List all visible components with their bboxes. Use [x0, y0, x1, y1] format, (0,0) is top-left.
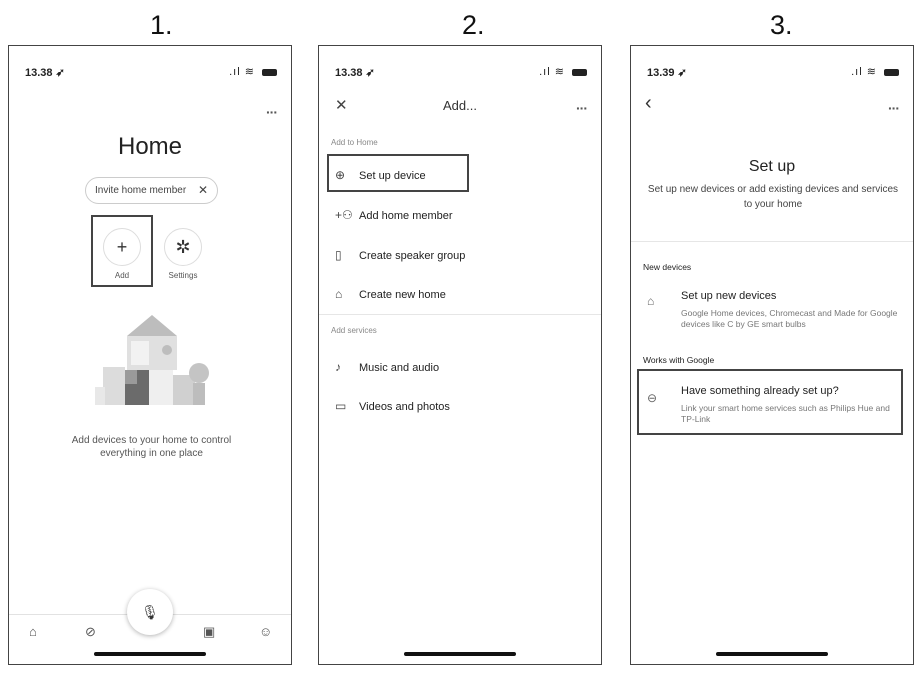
status-icons: .ıl ≋: [539, 65, 587, 78]
add-label: Add: [114, 271, 130, 280]
more-options-icon[interactable]: ···: [266, 104, 278, 120]
step-number-1: 1.: [150, 10, 173, 40]
account-nav-icon[interactable]: ☺: [259, 624, 272, 639]
signal-icon: .ıl: [539, 66, 551, 78]
status-time: 13.38 ➶: [25, 67, 65, 79]
menu-item-label: Create speaker group: [359, 250, 466, 262]
media-nav-icon[interactable]: ▣: [203, 624, 215, 640]
page-subtitle: Set up new devices or add existing devic…: [647, 184, 899, 210]
wifi-icon: ≋: [866, 66, 877, 78]
have-something-set-up-item[interactable]: [637, 369, 903, 435]
section-divider: [631, 241, 913, 242]
set-up-new-devices-title[interactable]: Set up new devices: [681, 290, 776, 302]
menu-item-label: Create new home: [359, 289, 446, 301]
more-options-icon[interactable]: ···: [576, 100, 588, 116]
step-number-3: 3.: [770, 10, 793, 40]
menu-item-create-speaker-group[interactable]: ▯ Create speaker group: [335, 248, 465, 262]
back-icon[interactable]: ‹: [645, 92, 652, 115]
section-works-with-google: Works with Google: [643, 355, 715, 365]
page-title: Home: [117, 133, 183, 160]
add-person-icon: +⚇: [335, 208, 353, 222]
home-illustration: [95, 315, 209, 405]
menu-item-set-up-device[interactable]: ⊕ Set up device: [335, 168, 426, 182]
gear-icon[interactable]: ✲: [164, 228, 202, 266]
section-new-devices: New devices: [643, 262, 692, 272]
plus-icon[interactable]: +: [103, 228, 141, 266]
phone-screen-home: 13.38 ➶ .ıl ≋ ··· Home Invite home membe…: [8, 45, 292, 665]
signal-icon: .ıl: [851, 66, 863, 78]
house-icon: ⌂: [335, 287, 343, 301]
battery-icon: [572, 68, 587, 76]
more-options-icon[interactable]: ···: [888, 100, 900, 116]
menu-item-create-new-home[interactable]: ⌂ Create new home: [335, 287, 446, 301]
link-icon: ⊖: [647, 391, 658, 405]
status-time: 13.38 ➶: [335, 67, 375, 79]
have-something-set-up-title[interactable]: Have something already set up?: [681, 385, 839, 397]
music-note-icon: ♪: [335, 360, 341, 374]
status-time: 13.39 ➶: [647, 67, 687, 79]
section-add-services: Add services: [331, 326, 377, 335]
close-icon[interactable]: ✕: [189, 178, 208, 203]
page-title: Set up: [748, 158, 796, 175]
menu-item-label: Add home member: [359, 210, 453, 222]
invite-home-member-chip[interactable]: Invite home member ✕: [85, 177, 218, 204]
step-number-2: 2.: [462, 10, 485, 40]
home-nav-icon[interactable]: ⌂: [29, 624, 37, 639]
speaker-icon: ▯: [335, 248, 342, 262]
mic-icon[interactable]: 🎙: [127, 589, 173, 635]
house-icon: ⌂: [647, 294, 655, 308]
explore-nav-icon[interactable]: ⊘: [85, 624, 96, 640]
menu-item-label: Music and audio: [359, 362, 440, 374]
home-indicator: [716, 652, 828, 656]
phone-screen-setup: 13.39 ➶ .ıl ≋ ‹ ··· Set up Set up new de…: [630, 45, 914, 665]
section-divider: [319, 314, 601, 315]
battery-icon: [884, 68, 899, 76]
settings-label: Settings: [168, 271, 198, 280]
wifi-icon: ≋: [554, 66, 565, 78]
add-circle-icon: ⊕: [335, 168, 346, 182]
home-indicator: [404, 652, 516, 656]
wifi-icon: ≋: [244, 66, 255, 78]
monitor-icon: ▭: [335, 399, 347, 413]
menu-item-music-audio[interactable]: ♪ Music and audio: [335, 360, 439, 374]
phone-screen-add: 13.38 ➶ .ıl ≋ ✕ Add... ··· Add to Home ⊕…: [318, 45, 602, 665]
have-something-set-up-desc: Link your smart home services such as Ph…: [681, 403, 890, 424]
home-indicator: [94, 652, 206, 656]
chip-label: Invite home member: [95, 185, 187, 196]
page-title: Add...: [443, 98, 477, 113]
empty-state-message: Add devices to your home to control ever…: [71, 435, 232, 459]
section-add-to-home: Add to Home: [331, 138, 378, 147]
status-icons: .ıl ≋: [229, 65, 277, 78]
menu-item-add-home-member[interactable]: +⚇ Add home member: [335, 208, 453, 222]
menu-item-label: Videos and photos: [359, 401, 450, 413]
status-icons: .ıl ≋: [851, 65, 899, 78]
signal-icon: .ıl: [229, 66, 241, 78]
set-up-new-devices-desc: Google Home devices, Chromecast and Made…: [681, 308, 898, 329]
battery-icon: [262, 68, 277, 76]
menu-item-videos-photos[interactable]: ▭ Videos and photos: [335, 399, 450, 413]
menu-item-label: Set up device: [359, 170, 426, 182]
